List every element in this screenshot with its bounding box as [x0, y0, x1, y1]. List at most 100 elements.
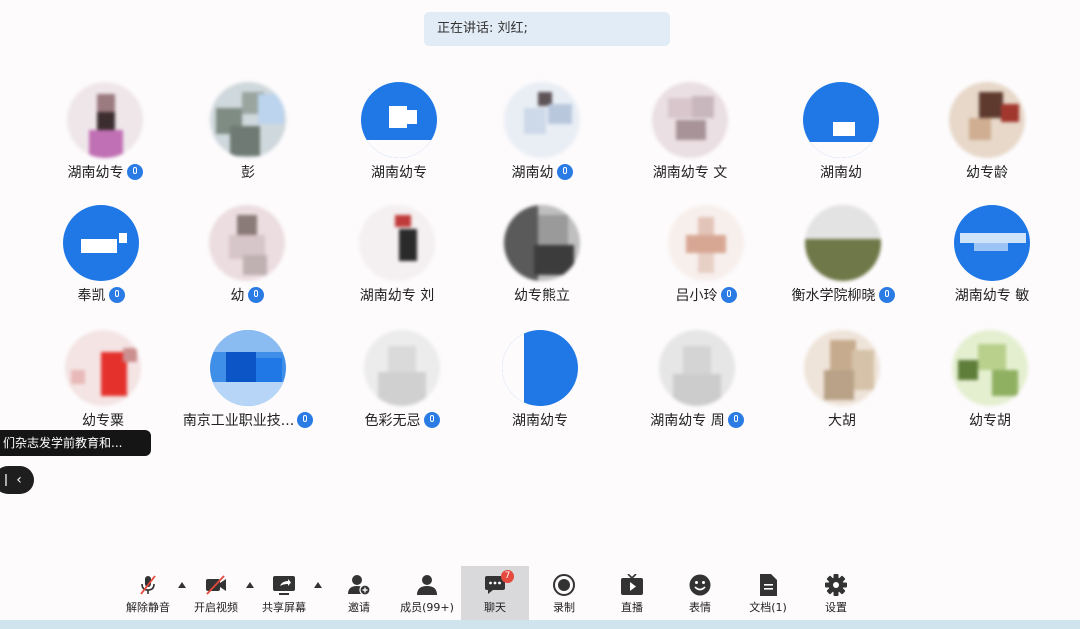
participant-name: 衡水学院柳晓	[768, 285, 918, 305]
record-icon	[553, 574, 575, 596]
camera-off-icon	[206, 575, 226, 595]
microphone-icon	[423, 412, 440, 428]
avatar	[359, 205, 435, 281]
participant-tile[interactable]: 幼	[172, 205, 322, 325]
participant-tile[interactable]: 彭	[173, 82, 323, 202]
chat-button[interactable]: 7 聊天	[461, 566, 529, 620]
participant-name: 湖南幼专	[512, 413, 568, 429]
participant-name: 幼专胡	[969, 413, 1011, 429]
microphone-icon	[727, 412, 744, 428]
participant-name: 幼专粟	[82, 413, 124, 429]
reactions-button[interactable]: 表情	[666, 566, 734, 620]
participant-name: 湖南幼专	[30, 162, 180, 182]
microphone-icon	[297, 412, 314, 428]
avatar	[65, 330, 141, 406]
participant-name: 湖南幼专 周	[622, 410, 772, 430]
window-bottom-edge	[0, 620, 1080, 629]
avatar	[502, 330, 578, 406]
gear-icon	[825, 574, 847, 596]
microphone-icon	[878, 287, 895, 303]
participant-tile[interactable]: 湖南幼专 敏	[917, 205, 1067, 325]
members-icon	[417, 575, 437, 595]
invite-button[interactable]: 邀请	[325, 566, 393, 620]
avatar	[209, 205, 285, 281]
settings-button[interactable]: 设置	[802, 566, 870, 620]
chat-notification[interactable]: 们杂志发学前教育和...	[0, 430, 151, 456]
microphone-muted-icon	[140, 575, 156, 595]
avatar	[210, 82, 286, 158]
avatar	[954, 205, 1030, 281]
avatar	[63, 205, 139, 281]
participant-name: 湖南幼专 刘	[359, 288, 435, 304]
avatar	[949, 82, 1025, 158]
participant-name: 湖南幼	[467, 162, 617, 182]
participant-tile[interactable]: 大胡	[767, 330, 917, 450]
participant-name: 幼专龄	[966, 165, 1008, 181]
avatar	[668, 205, 744, 281]
divider	[5, 474, 7, 486]
participant-name: 吕小玲	[631, 285, 781, 305]
participant-tile[interactable]: 幼专龄	[912, 82, 1062, 202]
participant-name: 南京工业职业技...	[173, 410, 323, 430]
participant-name: 幼专熊立	[514, 288, 570, 304]
participant-tile[interactable]: 湖南幼专	[465, 330, 615, 450]
participant-tile[interactable]: 湖南幼专 刘	[322, 205, 472, 325]
avatar	[504, 82, 580, 158]
avatar	[504, 205, 580, 281]
participant-tile[interactable]: 湖南幼专	[30, 82, 180, 202]
avatar	[652, 82, 728, 158]
participant-name: 色彩无忌	[327, 410, 477, 430]
participant-name: 大胡	[828, 413, 856, 429]
avatar	[803, 82, 879, 158]
participant-tile[interactable]: 色彩无忌	[327, 330, 477, 450]
microphone-icon	[108, 287, 125, 303]
participant-tile[interactable]: 湖南幼专	[324, 82, 474, 202]
avatar	[804, 330, 880, 406]
record-button[interactable]: 录制	[530, 566, 598, 620]
unmute-button[interactable]: 解除静音	[114, 566, 182, 620]
participant-tile[interactable]: 奉凯	[26, 205, 176, 325]
live-tv-icon	[621, 574, 643, 595]
members-button[interactable]: 成员(99+)	[393, 566, 461, 620]
participant-name: 湖南幼专	[371, 165, 427, 181]
participant-grid: 湖南幼专 彭 湖南幼专 湖南幼 湖南幼专 文 湖南幼 幼专龄 奉凯 幼 湖南幼专…	[0, 0, 1080, 560]
participant-tile[interactable]: 吕小玲	[631, 205, 781, 325]
share-screen-icon	[273, 576, 295, 595]
collapse-panel-button[interactable]: ‹	[0, 466, 34, 494]
avatar	[952, 330, 1028, 406]
participant-tile[interactable]: 衡水学院柳晓	[768, 205, 918, 325]
microphone-icon	[720, 287, 737, 303]
participant-tile[interactable]: 幼专胡	[915, 330, 1065, 450]
participant-name: 奉凯	[26, 285, 176, 305]
avatar	[361, 82, 437, 158]
unread-badge: 7	[501, 570, 514, 583]
add-user-icon	[348, 575, 371, 596]
document-icon	[760, 574, 777, 596]
participant-tile[interactable]: 湖南幼专 周	[622, 330, 772, 450]
participant-name: 湖南幼	[820, 165, 862, 181]
avatar	[805, 205, 881, 281]
participant-name: 湖南幼专 敏	[954, 288, 1030, 304]
live-button[interactable]: 直播	[598, 566, 666, 620]
avatar	[210, 330, 286, 406]
microphone-icon	[126, 164, 143, 180]
microphone-icon	[556, 164, 573, 180]
participant-tile[interactable]: 幼专熊立	[467, 205, 617, 325]
participant-tile[interactable]: 湖南幼专 文	[615, 82, 765, 202]
smiley-icon	[689, 574, 711, 596]
participant-tile[interactable]: 湖南幼	[467, 82, 617, 202]
start-video-button[interactable]: 开启视频	[182, 566, 250, 620]
meeting-toolbar: 解除静音 开启视频 共享屏幕 邀请 成员(99+) 7 聊天 录制 直播 表情 …	[0, 566, 1080, 620]
participant-name: 湖南幼专 文	[652, 165, 728, 181]
participant-tile[interactable]: 南京工业职业技...	[173, 330, 323, 450]
participant-name: 幼	[172, 285, 322, 305]
chevron-left-icon: ‹	[16, 472, 22, 488]
avatar	[67, 82, 143, 158]
avatar	[659, 330, 735, 406]
participant-name: 彭	[241, 165, 255, 181]
microphone-icon	[247, 287, 264, 303]
participant-tile[interactable]: 湖南幼	[766, 82, 916, 202]
share-screen-button[interactable]: 共享屏幕	[250, 566, 318, 620]
documents-button[interactable]: 文档(1)	[734, 566, 802, 620]
share-options-caret[interactable]	[314, 582, 322, 588]
